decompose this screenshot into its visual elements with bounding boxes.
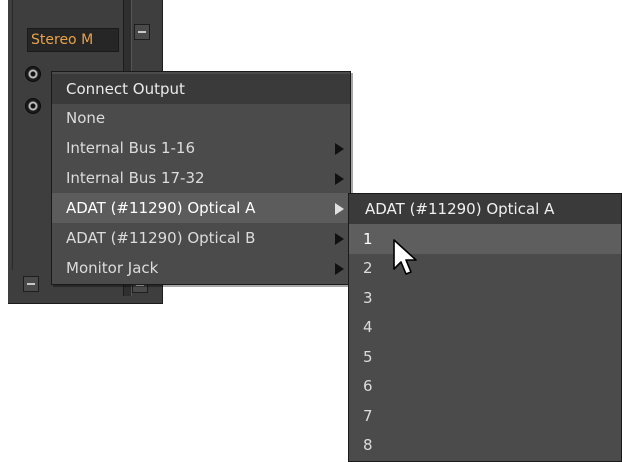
submenu-item-3[interactable]: 3 <box>349 283 621 313</box>
submenu-item-1[interactable]: 1 <box>349 224 621 254</box>
submenu-item-5[interactable]: 5 <box>349 342 621 372</box>
menu-item-label: Internal Bus 1-16 <box>66 139 196 157</box>
panel-edge <box>12 0 13 270</box>
menu-item-label: None <box>66 109 106 127</box>
menu-item-label: Monitor Jack <box>66 259 159 277</box>
adat-optical-a-submenu: ADAT (#11290) Optical A 1 2 3 4 5 6 7 8 <box>348 193 622 462</box>
jack-icon[interactable] <box>25 66 41 82</box>
mouse-pointer-icon <box>393 239 417 275</box>
menu-item-label: ADAT (#11290) Optical A <box>66 199 256 217</box>
submenu-arrow-icon <box>335 233 344 245</box>
submenu-arrow-icon <box>335 203 344 215</box>
submenu-arrow-icon <box>335 173 344 185</box>
menu-header: Connect Output <box>52 74 350 104</box>
submenu-item-6[interactable]: 6 <box>349 371 621 401</box>
menu-item-adat-optical-b[interactable]: ADAT (#11290) Optical B <box>52 223 350 253</box>
submenu-arrow-icon <box>335 143 344 155</box>
submenu-item-8[interactable]: 8 <box>349 430 621 460</box>
connect-output-menu: Connect Output None Internal Bus 1-16 In… <box>51 71 351 285</box>
submenu-item-4[interactable]: 4 <box>349 312 621 342</box>
stage: Stereo M Connect Output None Internal Bu… <box>0 0 622 462</box>
submenu-header: ADAT (#11290) Optical A <box>349 194 621 224</box>
menu-item-internal-bus-1-16[interactable]: Internal Bus 1-16 <box>52 133 350 163</box>
menu-item-adat-optical-a[interactable]: ADAT (#11290) Optical A <box>52 193 350 223</box>
jack-icon[interactable] <box>25 98 41 114</box>
submenu-arrow-icon <box>335 263 344 275</box>
menu-item-label: ADAT (#11290) Optical B <box>66 229 256 247</box>
submenu-item-2[interactable]: 2 <box>349 253 621 283</box>
bottom-left-minimize-button[interactable] <box>23 276 39 292</box>
collapse-button[interactable] <box>134 24 150 40</box>
menu-item-label: Internal Bus 17-32 <box>66 169 205 187</box>
menu-item-monitor-jack[interactable]: Monitor Jack <box>52 253 350 283</box>
strip-name-field[interactable]: Stereo M <box>27 28 119 52</box>
menu-item-internal-bus-17-32[interactable]: Internal Bus 17-32 <box>52 163 350 193</box>
menu-item-none[interactable]: None <box>52 103 350 133</box>
submenu-item-7[interactable]: 7 <box>349 401 621 431</box>
